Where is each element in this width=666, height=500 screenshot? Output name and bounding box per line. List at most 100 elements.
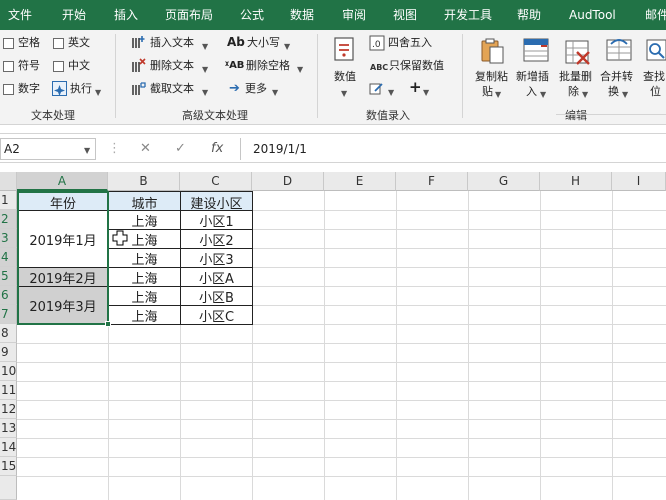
menu-help[interactable]: 帮助 — [517, 0, 541, 30]
cell-a5-value[interactable]: 2019年2月 — [18, 268, 108, 287]
row-header-14[interactable]: 14 — [0, 438, 17, 457]
row-header-3[interactable]: 3 — [0, 229, 17, 248]
row-header-15[interactable]: 15 — [0, 457, 17, 476]
numeric-dropdown-icon[interactable]: ▼ — [341, 87, 347, 101]
menu-file[interactable]: 文件 — [8, 0, 32, 30]
more-dropdown-icon[interactable]: ▼ — [272, 86, 278, 100]
row-header-13[interactable]: 13 — [0, 419, 17, 438]
merge-convert-button[interactable]: 合并转 — [600, 70, 633, 84]
cell-c2[interactable]: 小区1 — [181, 211, 252, 230]
more-button[interactable]: 更多 — [245, 82, 267, 96]
round-button[interactable]: 四舍五入 — [388, 36, 432, 50]
enter-icon[interactable]: ✓ — [175, 138, 186, 160]
batch-delete-button[interactable]: 批量删 — [559, 70, 592, 84]
cancel-icon[interactable]: ✕ — [140, 138, 151, 160]
copy-paste-button[interactable]: 复制粘 — [475, 70, 508, 84]
cell-a2-value[interactable]: 2019年1月 — [18, 230, 108, 249]
cell-c6[interactable]: 小区B — [181, 287, 252, 306]
new-insert-button[interactable]: 新增插 — [516, 70, 549, 84]
cell-b7[interactable]: 上海 — [109, 306, 180, 325]
batch-delete-dropdown-icon[interactable]: ▼ — [582, 88, 588, 102]
menu-view[interactable]: 视图 — [393, 0, 417, 30]
row-header-8[interactable]: 8 — [0, 324, 17, 343]
cell-b2[interactable]: 上海 — [109, 211, 180, 230]
edit-pencil-dropdown-icon[interactable]: ▼ — [388, 86, 394, 100]
row-header-10[interactable]: 10 — [0, 362, 17, 381]
extract-text-dropdown-icon[interactable]: ▼ — [202, 86, 208, 100]
cell-c4[interactable]: 小区3 — [181, 249, 252, 268]
checkbox-english[interactable] — [53, 38, 64, 49]
spreadsheet-grid[interactable]: A B C D E F G H I 1 2 3 4 5 6 7 8 9 10 1… — [0, 172, 666, 500]
menu-home[interactable]: 开始 — [62, 0, 86, 30]
cell-b4[interactable]: 上海 — [109, 249, 180, 268]
insert-function-button[interactable]: fx — [211, 138, 223, 160]
column-header-c[interactable]: C — [180, 172, 252, 191]
column-header-b[interactable]: B — [108, 172, 180, 191]
name-box[interactable]: A2 — [0, 138, 96, 160]
menu-review[interactable]: 审阅 — [342, 0, 366, 30]
cell-b1[interactable]: 城市 — [109, 193, 180, 212]
find-button[interactable]: 查找 — [643, 70, 665, 84]
checkbox-space[interactable] — [3, 38, 14, 49]
row-header-4[interactable]: 4 — [0, 248, 17, 267]
delete-text-button[interactable]: 删除文本 — [150, 59, 194, 73]
row-header-12[interactable]: 12 — [0, 400, 17, 419]
cell-b6[interactable]: 上海 — [109, 287, 180, 306]
cell-c5[interactable]: 小区A — [181, 268, 252, 287]
menu-formulas[interactable]: 公式 — [240, 0, 264, 30]
delete-space-dropdown-icon[interactable]: ▼ — [297, 63, 303, 77]
row-header-9[interactable]: 9 — [0, 343, 17, 362]
cell-a1[interactable]: 年份 — [18, 193, 108, 212]
column-header-d[interactable]: D — [252, 172, 324, 191]
keep-numbers-button[interactable]: 只保留数值 — [389, 59, 444, 73]
column-header-h[interactable]: H — [540, 172, 612, 191]
cell-c3[interactable]: 小区2 — [181, 230, 252, 249]
menu-page-layout[interactable]: 页面布局 — [165, 0, 213, 30]
case-dropdown-icon[interactable]: ▼ — [284, 40, 290, 54]
column-header-f[interactable]: F — [396, 172, 468, 191]
extract-text-button[interactable]: 截取文本 — [150, 82, 194, 96]
cell-a6-value[interactable]: 2019年3月 — [18, 296, 108, 315]
merge-convert-dropdown-icon[interactable]: ▼ — [622, 88, 628, 102]
cell-c7[interactable]: 小区C — [181, 306, 252, 325]
row-header-6[interactable]: 6 — [0, 286, 17, 305]
plus-icon[interactable]: + — [409, 80, 422, 95]
group-label-text-process: 文本处理 — [31, 109, 75, 122]
column-header-e[interactable]: E — [324, 172, 396, 191]
execute-button[interactable]: 执行 — [70, 82, 92, 96]
execute-dropdown-icon[interactable]: ▼ — [95, 86, 101, 100]
copy-paste-dropdown-icon[interactable]: ▼ — [495, 88, 501, 102]
menu-mail[interactable]: 邮件 — [645, 0, 666, 30]
menu-insert[interactable]: 插入 — [114, 0, 138, 30]
row-header-7[interactable]: 7 — [0, 305, 17, 324]
edit-pencil-icon[interactable] — [369, 81, 384, 96]
menu-developer[interactable]: 开发工具 — [444, 0, 492, 30]
insert-text-dropdown-icon[interactable]: ▼ — [202, 40, 208, 54]
column-header-i[interactable]: I — [612, 172, 666, 191]
select-all-corner[interactable] — [0, 172, 17, 191]
menu-audtool[interactable]: AudTool — [569, 0, 616, 30]
new-insert-dropdown-icon[interactable]: ▼ — [540, 88, 546, 102]
plus-dropdown-icon[interactable]: ▼ — [423, 86, 429, 100]
row-header-11[interactable]: 11 — [0, 381, 17, 400]
delete-text-dropdown-icon[interactable]: ▼ — [202, 63, 208, 77]
numeric-button[interactable]: 数值 — [334, 70, 356, 84]
cell-b5[interactable]: 上海 — [109, 268, 180, 287]
column-header-a[interactable]: A — [17, 172, 108, 191]
column-header-g[interactable]: G — [468, 172, 540, 191]
execute-icon[interactable] — [52, 81, 67, 96]
row-header-1[interactable]: 1 — [0, 191, 17, 210]
checkbox-chinese-label: 中文 — [68, 59, 90, 72]
checkbox-number[interactable] — [3, 84, 14, 95]
menu-data[interactable]: 数据 — [290, 0, 314, 30]
row-header-2[interactable]: 2 — [0, 210, 17, 229]
insert-text-button[interactable]: 插入文本 — [150, 36, 194, 50]
formula-input[interactable]: 2019/1/1 — [240, 138, 666, 160]
cell-c1[interactable]: 建设小区 — [181, 193, 252, 212]
row-header-5[interactable]: 5 — [0, 267, 17, 286]
name-box-dropdown-icon[interactable]: ▼ — [84, 144, 90, 158]
delete-space-button[interactable]: 删除空格 — [246, 59, 290, 73]
case-button[interactable]: 大小写 — [247, 36, 280, 50]
checkbox-chinese[interactable] — [53, 61, 64, 72]
checkbox-symbol[interactable] — [3, 61, 14, 72]
